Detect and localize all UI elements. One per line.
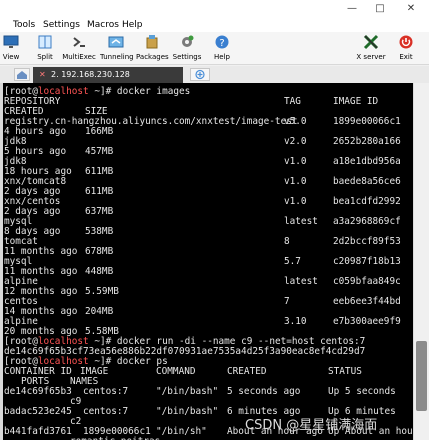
ps-command: "/bin/bash"	[156, 386, 219, 397]
image-tag: v1.0	[284, 156, 307, 167]
tunneling-label: Tunneling	[100, 53, 134, 61]
image-id: e7b300aee9f9	[333, 316, 401, 327]
svg-text:?: ?	[219, 38, 224, 49]
menu-help[interactable]: Help	[122, 19, 143, 31]
close-icon[interactable]: ✕	[404, 2, 418, 15]
image-size: 166MB	[85, 126, 114, 137]
image-id: 2d2bccf89f53	[333, 236, 401, 247]
image-id: 2652b280a166	[333, 136, 401, 147]
view-label: View	[2, 53, 20, 61]
menu-macros[interactable]: Macros	[87, 19, 119, 31]
tab-title: 2. 192.168.230.128	[51, 70, 130, 79]
image-tag: v2.0	[284, 136, 307, 147]
image-id: bea1cdfd2992	[333, 196, 401, 207]
home-tab[interactable]	[14, 68, 30, 81]
ps-created: 5 seconds ago	[227, 386, 301, 397]
help-icon: ?	[215, 35, 229, 49]
image-id: 1899e00066c1	[333, 116, 401, 127]
ps-image: centos:7	[83, 406, 129, 417]
terminal[interactable]: [root@localhost ~]# docker images REPOSI…	[3, 83, 413, 440]
ps-container-id: b441fafd3761	[4, 426, 72, 437]
tab-strip: ✕ 2. 192.168.230.128	[0, 66, 429, 83]
ps-name: romantic_poitras	[70, 436, 160, 440]
image-tag: v1.0	[284, 196, 307, 207]
split-button[interactable]: Split	[32, 34, 58, 64]
tab-close-icon[interactable]: ✕	[39, 67, 46, 82]
ps-header-command: COMMAND	[156, 366, 196, 377]
settings-label: Settings	[172, 53, 202, 61]
image-tag: 7	[284, 296, 290, 307]
menu-tools[interactable]: Tools	[13, 19, 35, 31]
toolbar: View Split MultiExec Tunneling Packages …	[0, 32, 429, 65]
watermark: CSDN @星星铺满海面	[245, 418, 378, 433]
view-button[interactable]: View	[0, 34, 22, 64]
image-id: c059bfaa849c	[333, 276, 401, 287]
ps-header-created: CREATED	[227, 366, 267, 377]
home-icon	[17, 71, 27, 79]
minimize-icon[interactable]: —	[345, 2, 359, 15]
settings-icon	[182, 35, 194, 47]
image-id: a18e1dbd956a	[333, 156, 401, 167]
xserver-icon	[363, 34, 379, 50]
image-size: 611MB	[85, 186, 114, 197]
menu-bar: Tools Settings Macros Help	[0, 18, 429, 32]
split-icon	[38, 35, 52, 49]
session-tab[interactable]: ✕ 2. 192.168.230.128	[33, 67, 183, 83]
image-id: a3a2968869cf	[333, 216, 401, 227]
tunneling-icon	[108, 36, 124, 48]
monitor-icon	[3, 35, 19, 48]
ps-container-id: badac523e245	[4, 406, 72, 417]
settings-button[interactable]: Settings	[172, 34, 202, 64]
xserver-label: X server	[356, 53, 386, 61]
image-size: 678MB	[85, 246, 114, 257]
packages-icon	[146, 35, 158, 49]
ps-command: "/bin/sh"	[156, 426, 207, 437]
packages-button[interactable]: Packages	[136, 34, 169, 64]
multiexec-icon	[73, 37, 85, 47]
multiexec-label: MultiExec	[62, 53, 96, 61]
ps-image: centos:7	[83, 386, 129, 397]
new-tab-button[interactable]	[190, 68, 210, 81]
menu-settings[interactable]: Settings	[43, 19, 80, 31]
image-size: 611MB	[85, 166, 114, 177]
terminal-scrollbar[interactable]	[413, 83, 429, 440]
images-header-tag: TAG	[284, 96, 301, 107]
images-header-image-id: IMAGE ID	[333, 96, 379, 107]
scrollbar-thumb[interactable]	[416, 341, 427, 411]
image-size: 457MB	[85, 146, 114, 157]
image-tag: 8	[284, 236, 290, 247]
xserver-button[interactable]: X server	[354, 34, 388, 64]
ps-command: "/bin/bash"	[156, 406, 219, 417]
image-size: 538MB	[85, 226, 114, 237]
image-tag: latest	[284, 216, 318, 227]
help-label: Help	[214, 53, 230, 61]
multiexec-button[interactable]: MultiExec	[62, 34, 96, 64]
exit-label: Exit	[399, 53, 413, 61]
image-tag: latest	[284, 276, 318, 287]
ps-header-status: STATUS	[328, 366, 362, 377]
image-size: 448MB	[85, 266, 114, 277]
title-bar: — □ ✕	[0, 0, 429, 18]
packages-label: Packages	[136, 53, 169, 61]
tunneling-button[interactable]: Tunneling	[100, 34, 134, 64]
image-id: eeb6ee3f44bd	[333, 296, 401, 307]
image-tag: v5.0	[284, 116, 307, 127]
new-tab-icon	[195, 69, 205, 80]
image-tag: 5.7	[284, 256, 301, 267]
split-label: Split	[37, 53, 53, 61]
exit-button[interactable]: Exit	[396, 34, 416, 64]
image-size: 637MB	[85, 206, 114, 217]
image-tag: v1.0	[284, 176, 307, 187]
help-button[interactable]: ? Help	[210, 34, 234, 64]
image-tag: 3.10	[284, 316, 307, 327]
exit-icon	[399, 35, 413, 49]
image-id: c20987f18b13	[333, 256, 401, 267]
image-id: baede8a56ce6	[333, 176, 401, 187]
image-size: 5.59MB	[85, 286, 119, 297]
ps-container-id: de14c69f65b3	[4, 386, 72, 397]
ps-status: Up 5 seconds	[328, 386, 396, 397]
maximize-icon[interactable]: □	[373, 2, 387, 15]
image-size: 204MB	[85, 306, 114, 317]
